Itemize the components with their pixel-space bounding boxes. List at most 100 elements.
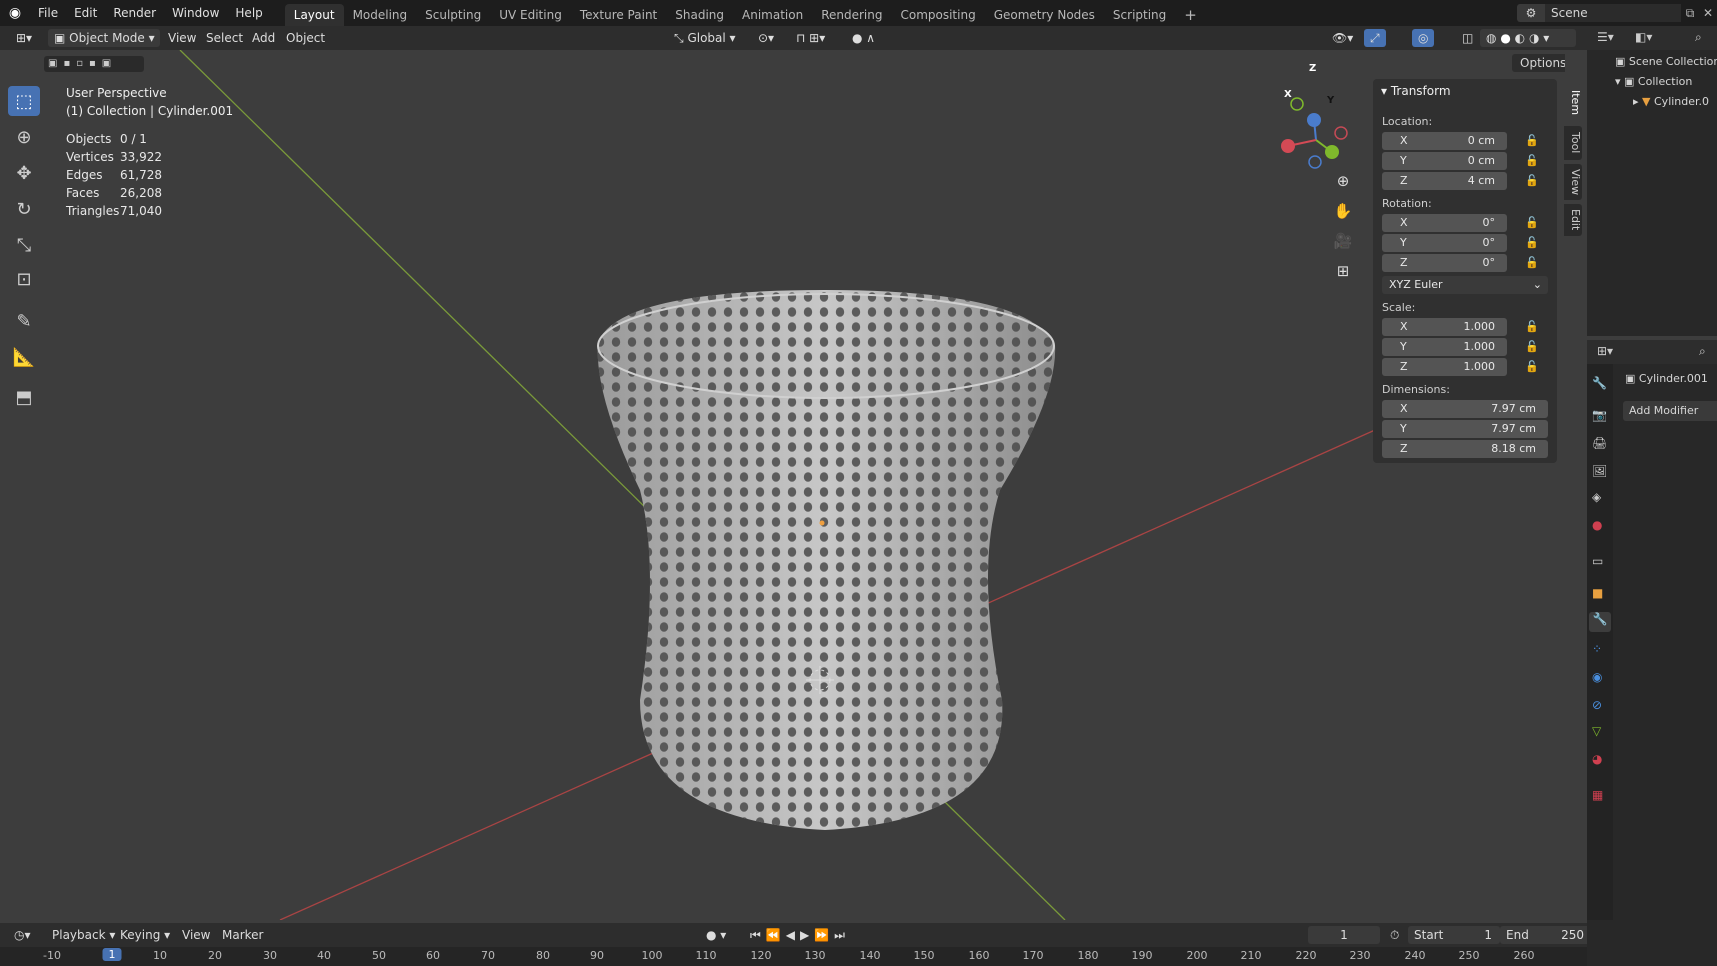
rotate-tool-icon[interactable]: ↻ xyxy=(8,194,40,224)
pan-hand-icon[interactable]: ✋ xyxy=(1330,198,1356,224)
location-y-field[interactable]: Y0 cm xyxy=(1382,152,1507,170)
end-frame-field[interactable]: End 250 xyxy=(1500,926,1592,944)
scale-y-field[interactable]: Y 1.000 xyxy=(1382,338,1507,356)
particles-properties-icon[interactable]: ⁘ xyxy=(1592,642,1602,656)
rotation-y-field[interactable]: Y 0° xyxy=(1382,234,1507,252)
tab-shading[interactable]: Shading xyxy=(666,4,733,26)
menu-object[interactable]: Object xyxy=(280,29,331,47)
menu-help[interactable]: Help xyxy=(227,0,270,26)
camera-view-icon[interactable]: 🎥 xyxy=(1330,228,1356,254)
tab-sculpting[interactable]: Sculpting xyxy=(416,4,490,26)
menu-keying[interactable]: Keying ▾ xyxy=(114,926,176,944)
pivot-icon[interactable]: ⊙▾ xyxy=(752,29,780,47)
constraints-properties-icon[interactable]: ⊘ xyxy=(1592,698,1602,712)
timeline-ruler[interactable]: -10 1 10 20 30 40 50 60 70 80 90 100 110… xyxy=(0,947,1587,966)
timeline-editor-icon[interactable]: ◷▾ xyxy=(8,926,37,944)
transform-orientation-dropdown[interactable]: ⤡ Global ▾ xyxy=(668,29,742,47)
new-scene-icon[interactable]: ⧉ xyxy=(1681,6,1699,21)
tab-rendering[interactable]: Rendering xyxy=(812,4,891,26)
tab-layout[interactable]: Layout xyxy=(284,4,344,26)
scale-x-field[interactable]: X 1.000 xyxy=(1382,318,1507,336)
close-scene-icon[interactable]: ✕ xyxy=(1699,6,1717,20)
select-box-tool-icon[interactable]: ⬚ xyxy=(8,86,40,116)
gizmo-toggle-icon[interactable]: ⤢ xyxy=(1364,29,1386,47)
scale-z-field[interactable]: Z 1.000 xyxy=(1382,358,1507,376)
wireframe-shading-icon[interactable]: ◍ xyxy=(1486,31,1496,45)
render-properties-icon[interactable]: 📷 xyxy=(1592,408,1607,422)
location-z-field[interactable]: Z4 cm xyxy=(1382,172,1507,190)
tab-animation[interactable]: Animation xyxy=(733,4,812,26)
object-properties-icon[interactable]: ■ xyxy=(1592,586,1603,600)
lock-icon[interactable]: 🔓 xyxy=(1525,174,1539,187)
navigation-gizmo[interactable] xyxy=(1281,97,1348,169)
menu-timeline-view[interactable]: View xyxy=(176,926,216,944)
current-frame-field[interactable]: 1 xyxy=(1308,926,1380,944)
tab-compositing[interactable]: Compositing xyxy=(891,4,984,26)
selection-mode-buttons[interactable]: ▣▪▫▪▣ xyxy=(44,56,144,72)
outliner-object[interactable]: ▸ ▼ Cylinder.0 xyxy=(1633,95,1709,108)
scene-name[interactable]: Scene xyxy=(1545,4,1681,22)
outliner-collection[interactable]: ▾ ▣ Collection xyxy=(1615,75,1692,88)
shading-modes[interactable]: ◍ ● ◐ ◑ ▾ xyxy=(1480,29,1576,47)
tab-geometry-nodes[interactable]: Geometry Nodes xyxy=(985,4,1104,26)
zoom-icon[interactable]: ⊕ xyxy=(1330,168,1356,194)
move-tool-icon[interactable]: ✥ xyxy=(8,158,40,188)
stopwatch-icon[interactable]: ⏱ xyxy=(1384,926,1405,944)
lock-icon[interactable]: 🔓 xyxy=(1525,236,1539,249)
cursor-tool-icon[interactable]: ⊕ xyxy=(8,122,40,152)
mode-dropdown[interactable]: ▣ Object Mode ▾ xyxy=(48,29,160,47)
transform-tool-icon[interactable]: ⊡ xyxy=(8,264,40,294)
ortho-grid-icon[interactable]: ⊞ xyxy=(1330,258,1356,284)
annotate-tool-icon[interactable]: ✎ xyxy=(8,306,40,336)
tab-tool[interactable]: Tool xyxy=(1564,126,1582,160)
lock-icon[interactable]: 🔓 xyxy=(1525,320,1539,333)
rotation-mode-dropdown[interactable]: XYZ Euler ⌄ xyxy=(1382,276,1548,294)
output-properties-icon[interactable]: 🖨 xyxy=(1592,436,1607,450)
proportional-edit-icon[interactable]: ● ∧ xyxy=(846,29,881,47)
start-frame-field[interactable]: Start 1 xyxy=(1408,926,1500,944)
rotation-x-field[interactable]: X 0° xyxy=(1382,214,1507,232)
transform-header[interactable]: ▾ Transform xyxy=(1381,84,1451,98)
editor-type-icon[interactable]: ⊞▾ xyxy=(10,29,38,47)
lock-icon[interactable]: 🔓 xyxy=(1525,360,1539,373)
scene-selector-icon[interactable]: ⚙ xyxy=(1517,4,1545,22)
lock-icon[interactable]: 🔓 xyxy=(1525,256,1539,269)
lock-icon[interactable]: 🔓 xyxy=(1525,134,1539,147)
menu-window[interactable]: Window xyxy=(164,0,227,26)
dimensions-z-field[interactable]: Z 8.18 cm xyxy=(1382,440,1548,458)
tab-view[interactable]: View xyxy=(1564,164,1582,200)
snap-icon[interactable]: ⊓ ⊞▾ xyxy=(790,29,831,47)
search-icon[interactable]: ⌕ xyxy=(1699,344,1706,359)
lock-icon[interactable]: 🔓 xyxy=(1525,154,1539,167)
menu-file[interactable]: File xyxy=(30,0,66,26)
blender-logo-icon[interactable]: ◉ xyxy=(0,5,30,21)
menu-edit[interactable]: Edit xyxy=(66,0,105,26)
record-icon[interactable]: ● ▾ xyxy=(700,926,732,944)
menu-select[interactable]: Select xyxy=(200,29,249,47)
visibility-icon[interactable]: 👁▾ xyxy=(1326,29,1359,47)
tab-edit[interactable]: Edit xyxy=(1564,204,1582,236)
rotation-z-field[interactable]: Z 0° xyxy=(1382,254,1507,272)
menu-playback[interactable]: Playback ▾ xyxy=(46,926,121,944)
overlays-icon[interactable]: ◎ xyxy=(1412,29,1435,47)
lock-icon[interactable]: 🔓 xyxy=(1525,340,1539,353)
outliner-scene-collection[interactable]: ▣ Scene Collection xyxy=(1615,55,1717,68)
menu-marker[interactable]: Marker xyxy=(216,926,269,944)
tab-item[interactable]: Item xyxy=(1564,84,1582,122)
dimensions-y-field[interactable]: Y 7.97 cm xyxy=(1382,420,1548,438)
playback-controls[interactable]: ⏮⏪◀▶⏩⏭ xyxy=(744,926,856,944)
3d-viewport[interactable]: Z Y X ▣▪▫▪▣ ⬚ ⊕ ✥ ↻ ⤡ ⊡ ✎ 📐 ⬒ User Persp… xyxy=(0,50,1565,920)
search-icon[interactable]: ⌕ xyxy=(1695,30,1702,45)
dimensions-x-field[interactable]: X 7.97 cm xyxy=(1382,400,1548,418)
add-modifier-button[interactable]: Add Modifier xyxy=(1623,401,1717,421)
properties-editor-icon[interactable]: ⊞▾ xyxy=(1597,344,1613,358)
options-button[interactable]: Options xyxy=(1512,54,1565,72)
material-properties-icon[interactable]: ◕ xyxy=(1592,752,1602,766)
tool-properties-icon[interactable]: 🔧 xyxy=(1592,376,1607,390)
tab-uv-editing[interactable]: UV Editing xyxy=(490,4,571,26)
solid-shading-icon[interactable]: ● xyxy=(1500,31,1510,45)
view-layer-icon[interactable]: 🖼 xyxy=(1592,464,1607,478)
collection-properties-icon[interactable]: ▭ xyxy=(1592,554,1603,568)
texture-properties-icon[interactable]: ▦ xyxy=(1592,788,1603,802)
rendered-shading-icon[interactable]: ◑ xyxy=(1529,31,1539,45)
